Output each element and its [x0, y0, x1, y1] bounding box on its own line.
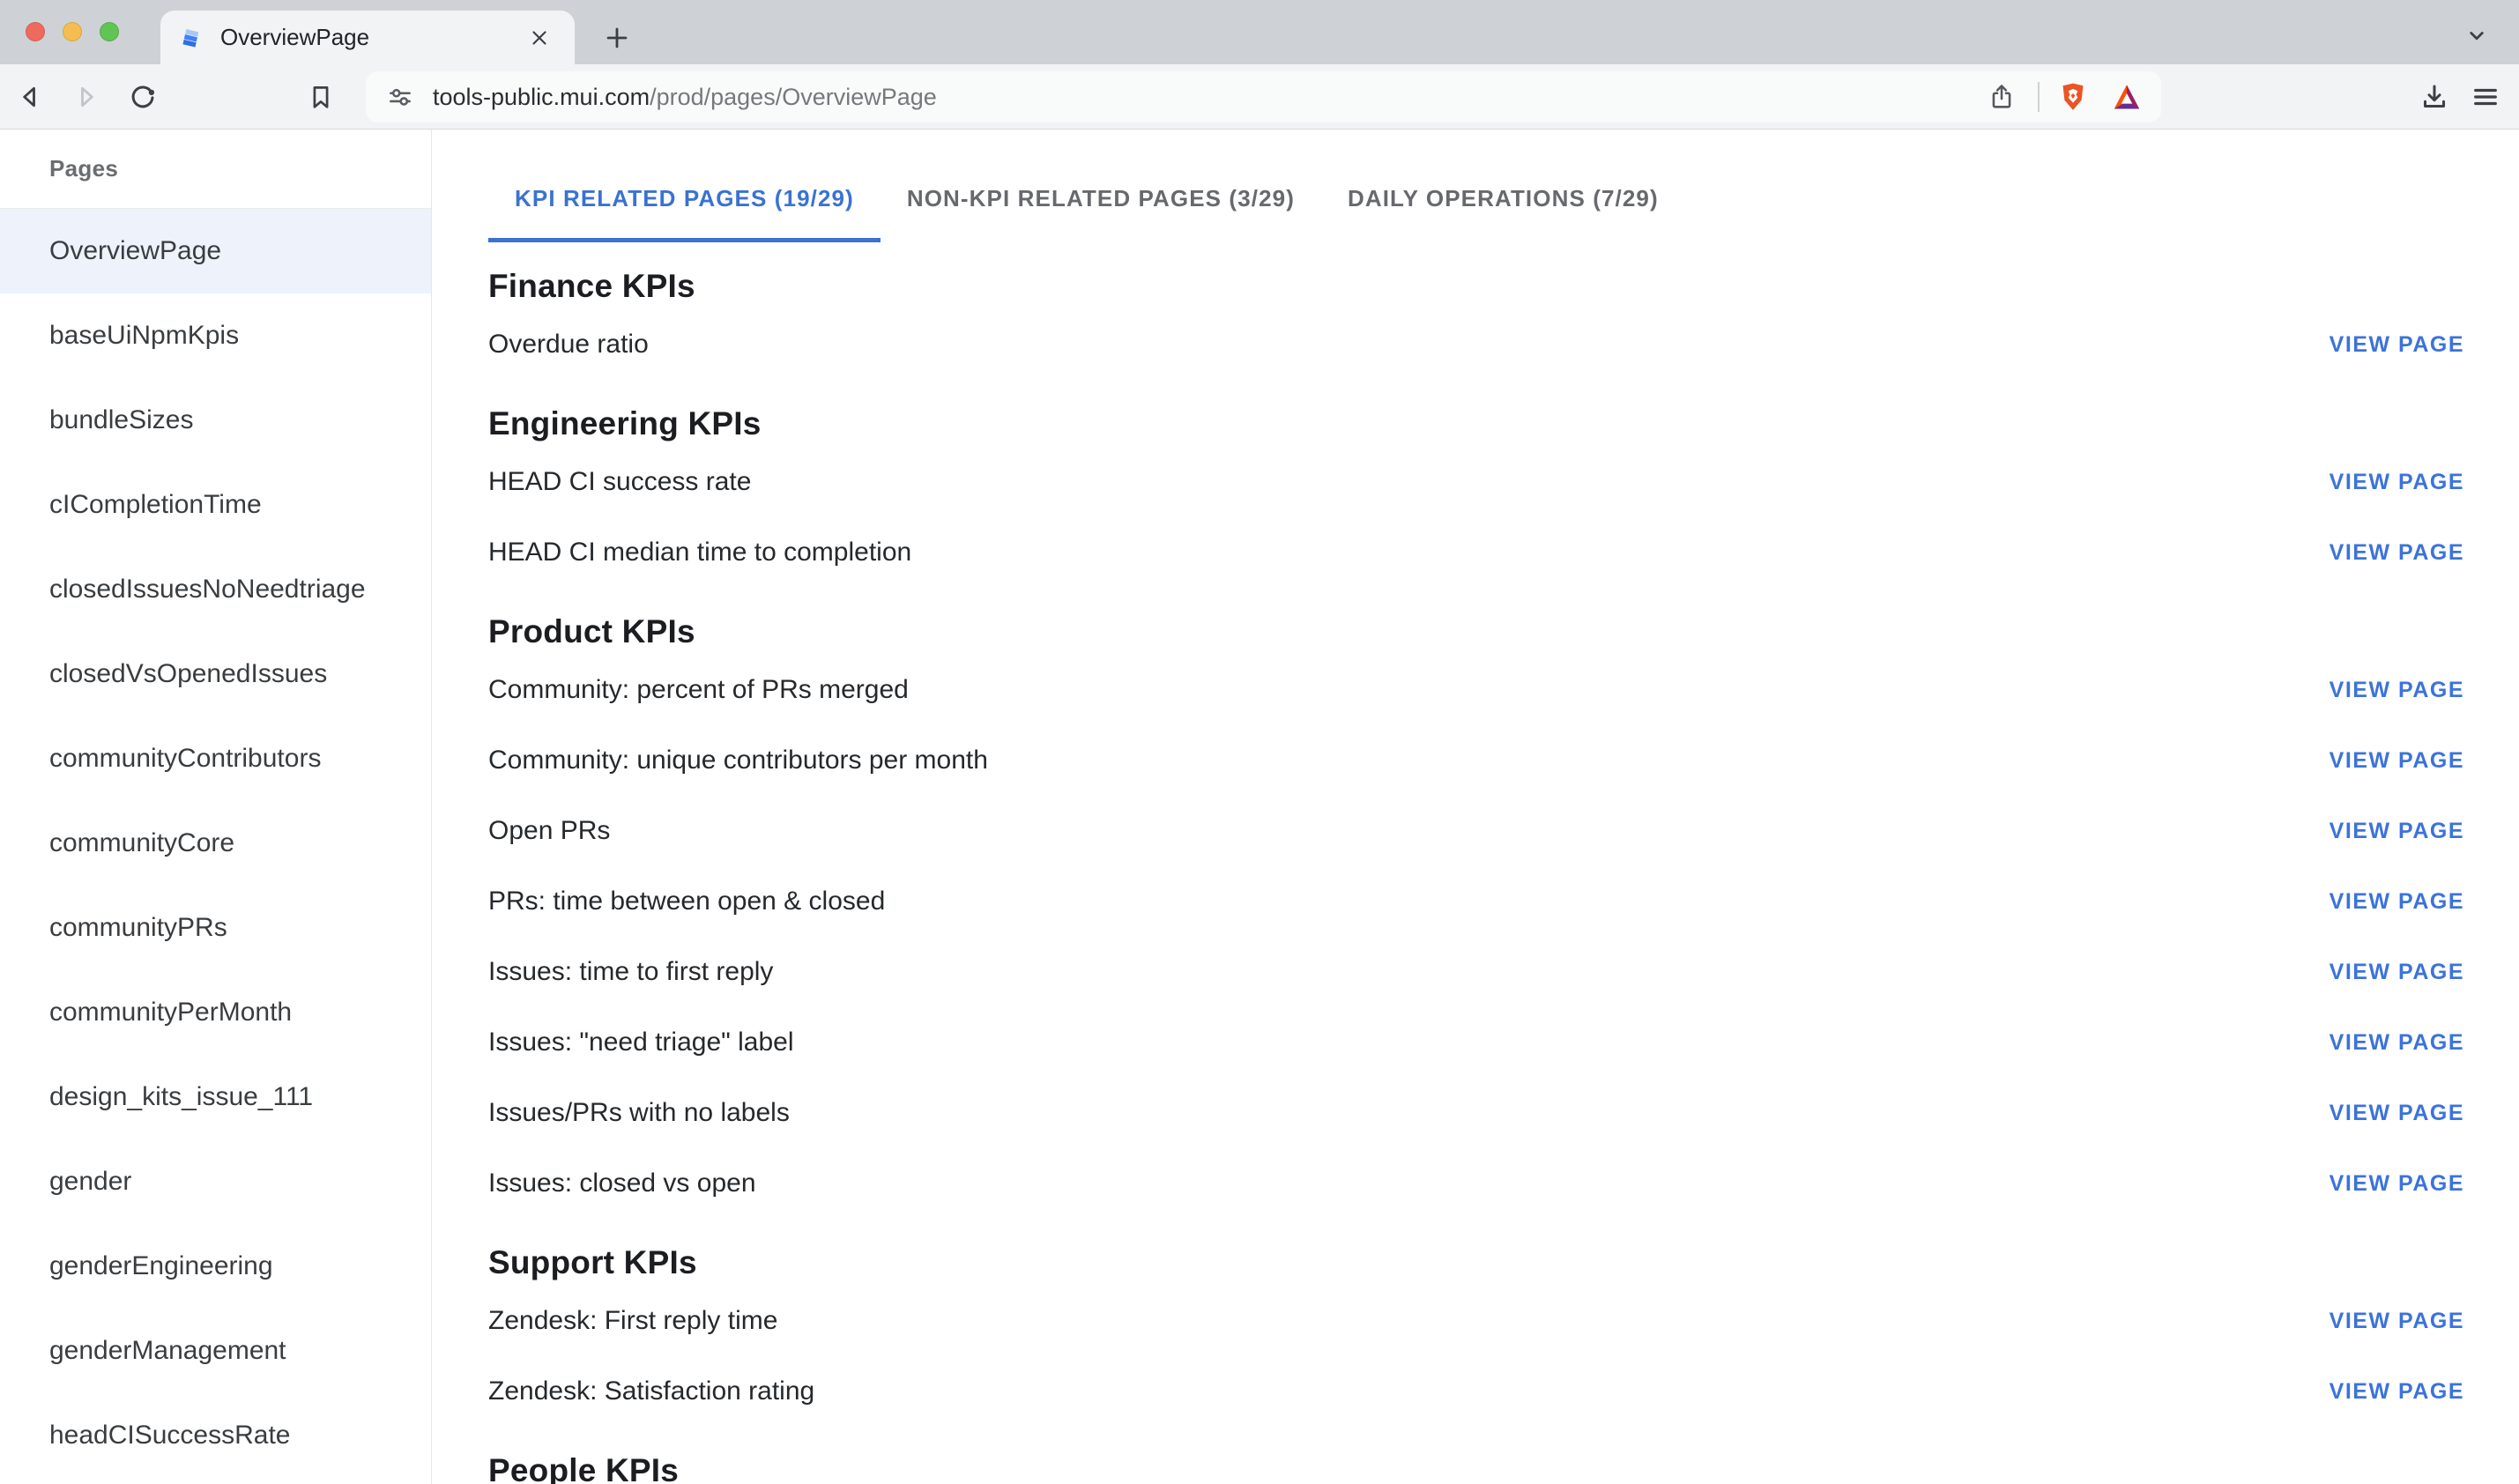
- section-heading: Engineering KPIs: [488, 401, 2464, 447]
- kpi-row: Issues/PRs with no labels VIEW PAGE: [488, 1078, 2464, 1148]
- kpi-label: Overdue ratio: [488, 330, 649, 360]
- main-tabs: KPI RELATED PAGES (19/29)NON-KPI RELATED…: [488, 154, 2519, 242]
- view-page-link[interactable]: VIEW PAGE: [2330, 1030, 2464, 1056]
- toolbar-separator: [2038, 82, 2040, 112]
- kpi-label: HEAD CI median time to completion: [488, 538, 911, 568]
- kpi-row: Zendesk: First reply time VIEW PAGE: [488, 1286, 2464, 1356]
- sidebar-item-baseUiNpmKpis[interactable]: baseUiNpmKpis: [0, 293, 431, 378]
- sidebar-item-communityCore[interactable]: communityCore: [0, 801, 431, 886]
- sidebar-item-genderManagement[interactable]: genderManagement: [0, 1309, 431, 1393]
- new-tab-button[interactable]: [594, 15, 640, 61]
- url-domain: tools-public.mui.com: [433, 84, 650, 110]
- kpi-row: Zendesk: Satisfaction rating VIEW PAGE: [488, 1356, 2464, 1427]
- view-page-link[interactable]: VIEW PAGE: [2330, 540, 2464, 566]
- section-heading: Product KPIs: [488, 609, 2464, 655]
- sidebar-item-design_kits_issue_111[interactable]: design_kits_issue_111: [0, 1055, 431, 1139]
- section-heading: Support KPIs: [488, 1240, 2464, 1286]
- forward-icon[interactable]: [65, 76, 108, 118]
- tab-search-chevron-down-icon[interactable]: [2454, 12, 2500, 58]
- pages-sidebar: Pages OverviewPagebaseUiNpmKpisbundleSiz…: [0, 130, 432, 1484]
- view-page-link[interactable]: VIEW PAGE: [2330, 678, 2464, 703]
- main-content: KPI RELATED PAGES (19/29)NON-KPI RELATED…: [432, 130, 2519, 1484]
- window-controls: [26, 22, 119, 41]
- view-page-link[interactable]: VIEW PAGE: [2330, 1171, 2464, 1197]
- view-page-link[interactable]: VIEW PAGE: [2330, 889, 2464, 915]
- browser-toolbar: tools-public.mui.com/prod/pages/Overview…: [0, 64, 2519, 130]
- brave-shield-icon[interactable]: [2059, 81, 2087, 113]
- tab-title: OverviewPage: [220, 24, 522, 51]
- tab-kpi-related-pages-19-29[interactable]: KPI RELATED PAGES (19/29): [488, 154, 881, 242]
- kpi-row: Issues: "need triage" label VIEW PAGE: [488, 1007, 2464, 1078]
- kpi-label: Open PRs: [488, 816, 610, 846]
- kpi-row: HEAD CI success rate VIEW PAGE: [488, 447, 2464, 517]
- view-page-link[interactable]: VIEW PAGE: [2330, 819, 2464, 844]
- kpi-label: PRs: time between open & closed: [488, 887, 885, 916]
- window-zoom-button[interactable]: [100, 22, 119, 41]
- reload-icon[interactable]: [122, 76, 164, 118]
- bookmark-icon[interactable]: [300, 76, 342, 118]
- kpi-label: Zendesk: First reply time: [488, 1306, 777, 1336]
- sidebar-item-headCISuccessRate[interactable]: headCISuccessRate: [0, 1393, 431, 1478]
- kpi-label: Issues: closed vs open: [488, 1169, 756, 1198]
- kpi-row: PRs: time between open & closed VIEW PAGE: [488, 866, 2464, 937]
- sidebar-item-closedIssuesNoNeedtriage[interactable]: closedIssuesNoNeedtriage: [0, 547, 431, 632]
- sidebar-header: Pages: [0, 130, 431, 209]
- sidebar-item-communityPerMonth[interactable]: communityPerMonth: [0, 970, 431, 1055]
- hamburger-menu-icon[interactable]: [2464, 76, 2507, 118]
- site-settings-tune-icon[interactable]: [385, 82, 415, 112]
- app-window: Pages OverviewPagebaseUiNpmKpisbundleSiz…: [0, 130, 2519, 1484]
- back-icon[interactable]: [9, 76, 51, 118]
- kpi-row: Issues: time to first reply VIEW PAGE: [488, 937, 2464, 1007]
- url-bar[interactable]: tools-public.mui.com/prod/pages/Overview…: [366, 71, 2161, 122]
- kpi-row: Open PRs VIEW PAGE: [488, 796, 2464, 866]
- url-path: /prod/pages/OverviewPage: [650, 84, 937, 110]
- tab-non-kpi-related-pages-3-29[interactable]: NON-KPI RELATED PAGES (3/29): [881, 154, 1321, 242]
- sidebar-item-genderEngineering[interactable]: genderEngineering: [0, 1224, 431, 1309]
- kpi-row: Community: percent of PRs merged VIEW PAG…: [488, 655, 2464, 725]
- view-page-link[interactable]: VIEW PAGE: [2330, 332, 2464, 358]
- kpi-label: HEAD CI success rate: [488, 467, 751, 497]
- kpi-label: Community: percent of PRs merged: [488, 675, 909, 705]
- sidebar-item-cICompletionTime[interactable]: cICompletionTime: [0, 463, 431, 547]
- kpi-row: HEAD CI median time to completion VIEW PA…: [488, 517, 2464, 588]
- sidebar-item-OverviewPage[interactable]: OverviewPage: [0, 209, 431, 293]
- share-icon[interactable]: [1987, 82, 2017, 112]
- view-page-link[interactable]: VIEW PAGE: [2330, 1309, 2464, 1334]
- browser-tab-overviewpage[interactable]: OverviewPage: [160, 11, 575, 64]
- window-minimize-button[interactable]: [63, 22, 82, 41]
- view-page-link[interactable]: VIEW PAGE: [2330, 1101, 2464, 1126]
- sidebar-item-communityPRs[interactable]: communityPRs: [0, 886, 431, 970]
- tab-daily-operations-7-29[interactable]: DAILY OPERATIONS (7/29): [1321, 154, 1685, 242]
- sidebar-item-gender[interactable]: gender: [0, 1139, 431, 1224]
- sidebar-item-bundleSizes[interactable]: bundleSizes: [0, 378, 431, 463]
- kpi-row: Community: unique contributors per month…: [488, 725, 2464, 796]
- sidebar-item-closedVsOpenedIssues[interactable]: closedVsOpenedIssues: [0, 632, 431, 716]
- view-page-link[interactable]: VIEW PAGE: [2330, 1379, 2464, 1405]
- mui-favicon-icon: [178, 24, 206, 52]
- window-close-button[interactable]: [26, 22, 45, 41]
- kpi-label: Issues: time to first reply: [488, 957, 773, 987]
- kpi-label: Issues/PRs with no labels: [488, 1098, 790, 1128]
- kpi-label: Issues: "need triage" label: [488, 1028, 794, 1057]
- kpi-row: Issues: closed vs open VIEW PAGE: [488, 1148, 2464, 1219]
- view-page-link[interactable]: VIEW PAGE: [2330, 470, 2464, 495]
- url-text: tools-public.mui.com/prod/pages/Overview…: [433, 84, 1987, 111]
- kpi-row: Overdue ratio VIEW PAGE: [488, 309, 2464, 380]
- sidebar-list: OverviewPagebaseUiNpmKpisbundleSizescICo…: [0, 209, 431, 1478]
- sidebar-item-communityContributors[interactable]: communityContributors: [0, 716, 431, 801]
- kpi-label: Zendesk: Satisfaction rating: [488, 1376, 814, 1406]
- tab-close-icon[interactable]: [522, 20, 557, 56]
- download-icon[interactable]: [2413, 76, 2456, 118]
- bat-rewards-icon[interactable]: [2112, 83, 2142, 111]
- section-heading: Finance KPIs: [488, 263, 2464, 309]
- kpi-label: Community: unique contributors per month: [488, 746, 988, 775]
- view-page-link[interactable]: VIEW PAGE: [2330, 748, 2464, 774]
- kpi-list: Finance KPIs Overdue ratio VIEW PAGE Engine…: [488, 263, 2519, 1484]
- browser-tab-strip: OverviewPage: [0, 0, 2519, 64]
- view-page-link[interactable]: VIEW PAGE: [2330, 960, 2464, 985]
- section-heading: People KPIs: [488, 1448, 2464, 1484]
